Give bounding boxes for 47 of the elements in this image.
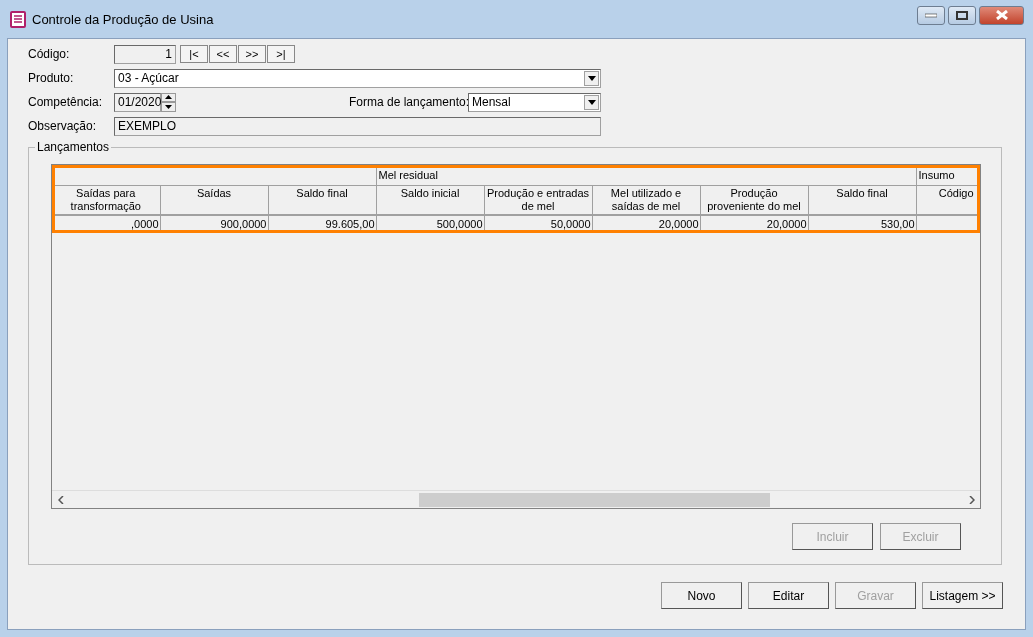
minimize-icon bbox=[925, 12, 937, 18]
field-label: Observação: bbox=[28, 119, 98, 133]
group-header: Mel residual bbox=[376, 165, 917, 185]
table-cell: 20,0000 bbox=[700, 214, 809, 233]
column-header[interactable]: Saldo final bbox=[268, 185, 377, 215]
column-header[interactable]: Saldo final bbox=[808, 185, 917, 215]
field-label: Forma de lançamento: bbox=[349, 95, 468, 109]
maximize-icon bbox=[956, 10, 968, 20]
table-cell: 900,0000 bbox=[160, 214, 268, 233]
nav-button[interactable]: >> bbox=[238, 45, 266, 63]
table-cell: ,0000 bbox=[52, 214, 160, 233]
action-button[interactable]: Editar bbox=[748, 582, 829, 609]
maximize-button[interactable] bbox=[948, 5, 976, 25]
code-field[interactable]: 1 bbox=[114, 44, 176, 64]
field-label: Competência: bbox=[28, 95, 104, 109]
column-header[interactable]: Saídas para transformação bbox=[52, 185, 160, 215]
nav-button[interactable]: << bbox=[209, 45, 237, 63]
nav-button[interactable]: >| bbox=[267, 45, 295, 63]
scrollbar-thumb[interactable] bbox=[419, 493, 770, 507]
field-label: Código: bbox=[28, 47, 71, 61]
action-button[interactable]: Listagem >> bbox=[922, 582, 1003, 609]
table-cell: 20,0000 bbox=[592, 214, 701, 233]
field-label: Produto: bbox=[28, 71, 75, 85]
group-title: Lançamentos bbox=[35, 140, 112, 154]
column-header[interactable]: Saídas bbox=[160, 185, 268, 215]
column-header[interactable]: Produção proveniente do mel bbox=[700, 185, 809, 215]
period-field[interactable]: 01/2020 bbox=[114, 92, 161, 112]
launch-mode-dropdown[interactable]: Mensal bbox=[468, 92, 601, 112]
table-cell: 500,0000 bbox=[376, 214, 485, 233]
column-header[interactable]: Saldo inicial bbox=[376, 185, 485, 215]
action-button[interactable]: Novo bbox=[661, 582, 742, 609]
table-cell: 50,0000 bbox=[484, 214, 593, 233]
column-header[interactable]: Mel utilizado e saídas de mel bbox=[592, 185, 701, 215]
close-button[interactable] bbox=[979, 5, 1024, 25]
column-header[interactable]: Código bbox=[916, 185, 979, 215]
window-title: Controle da Produção de Usina bbox=[32, 11, 214, 27]
horizontal-scrollbar[interactable] bbox=[52, 490, 980, 508]
close-icon bbox=[994, 10, 1009, 20]
document-icon bbox=[10, 10, 26, 28]
notes-field[interactable]: EXEMPLO bbox=[114, 116, 601, 136]
spin-buttons[interactable] bbox=[161, 92, 176, 112]
product-dropdown[interactable]: 03 - Açúcar bbox=[114, 68, 601, 88]
column-header[interactable]: Produção e entradas de mel bbox=[484, 185, 593, 215]
table-cell: 99.605,00 bbox=[268, 214, 377, 233]
nav-button[interactable]: |< bbox=[180, 45, 208, 63]
group-header: Insumo bbox=[916, 165, 979, 185]
table-cell: 530,00 bbox=[808, 214, 917, 233]
